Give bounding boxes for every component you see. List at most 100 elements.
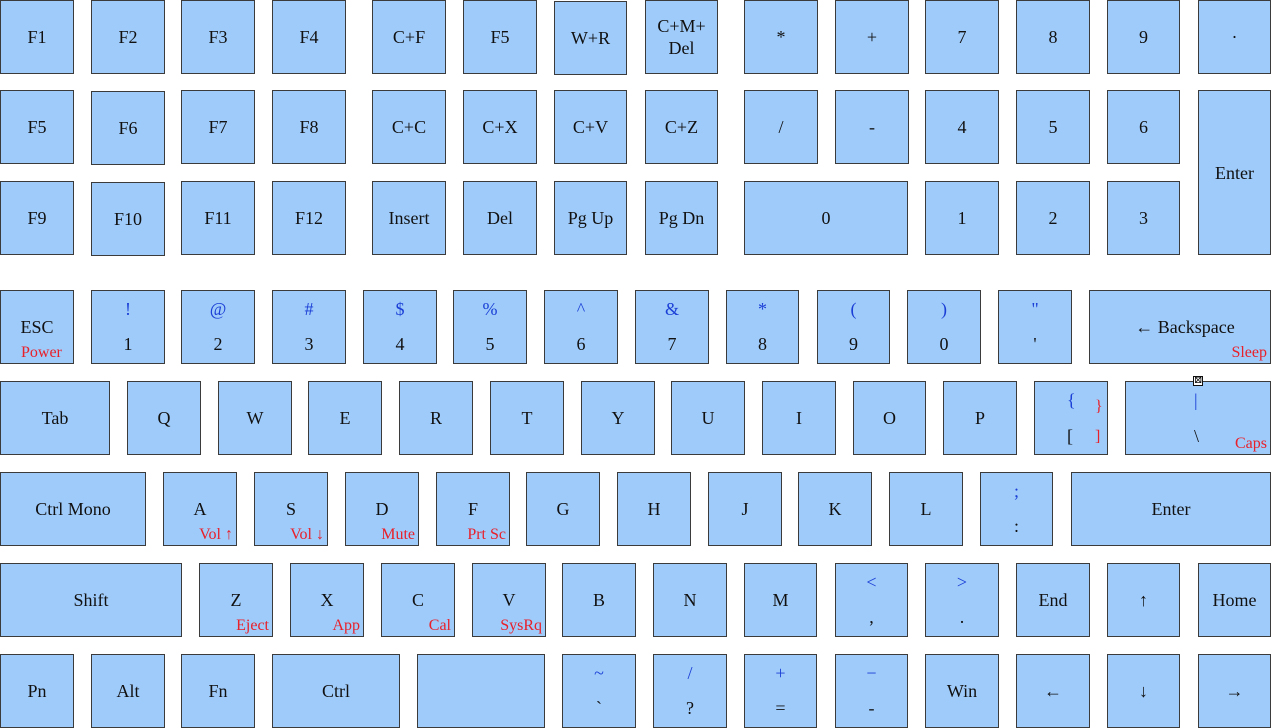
key-shift-label: * [758,299,767,319]
key-j: J [708,472,782,546]
keyboard-diagram: F1 F2 F3 F4 C+F F5 W+R C+M+ Del * +7 8 9 · F5 F6 F7 F8 C+… [0,0,1271,728]
key-np6: 6 [1107,90,1180,164]
key-label: Enter [1151,499,1191,519]
key-d: D Mute [345,472,419,546]
key-label: + [866,27,878,47]
key-i: I [762,381,836,455]
key-base-label: , [869,607,874,627]
key-label: C [411,590,424,610]
key-base-label: 4 [395,334,405,354]
key-backspace: ← Backspace Sleep [1089,290,1271,364]
key-f1: F1 [0,0,74,74]
key-label: T [521,408,533,428]
key-k0: ) 0 [907,290,981,364]
key-fn-label: Vol ↑ [199,526,233,543]
key-label: P [974,408,985,428]
key-q: Q [127,381,201,455]
key-label: ← [1044,681,1062,701]
key-question: /? [653,654,727,728]
key-p: P [943,381,1017,455]
key-label: Z [230,590,242,610]
key-shift: Shift [0,563,182,637]
key-right: → [1198,654,1271,728]
key-label: 7 [957,27,967,47]
key-label: C+Z [664,117,699,137]
key-equals: + = [744,654,817,728]
key-home: Home [1198,563,1271,637]
key-label: F6 [118,118,138,138]
key-label: Alt [116,681,140,701]
key-down: ↓ [1107,654,1180,728]
key-period: >. [925,563,999,637]
key-label: 9 [1139,27,1148,47]
key-shift-label: < [866,572,877,592]
key-base-label: ? [686,698,694,718]
key-o: O [853,381,926,455]
key-shift-label: ! [125,299,131,319]
key-s: S Vol ↓ [254,472,328,546]
key-base-label: 2 [213,334,223,354]
key-ctrlmono: Ctrl Mono [0,472,146,546]
key-label: F [467,499,478,519]
key-label: L [920,499,932,519]
key-label: B [592,590,605,610]
key-fn-label: Mute [381,526,415,543]
key-base-label: 8 [758,334,767,354]
key-fn-label: Cal [428,617,451,634]
key-label: C+M+ Del [657,16,706,58]
key-label: M [772,590,789,610]
key-label: W+R [570,28,611,48]
key-label: J [741,499,749,519]
key-fn-label: App [332,617,360,634]
key-base-label: \ [1194,426,1200,446]
key-cx: C+X [463,90,537,164]
key-f9: F9 [0,181,74,255]
key-shift-label: / [687,663,693,683]
key-m: M [744,563,817,637]
key-f2: F2 [91,0,165,74]
key-label: F7 [208,117,228,137]
key-shift-label: $ [395,299,405,319]
key-fn-label-top: } [1095,398,1103,415]
key-k: K [798,472,872,546]
key-base-label: 3 [304,334,314,354]
key-label: C+V [572,117,609,137]
key-up: ↑ [1107,563,1180,637]
key-shift-label: # [304,299,314,319]
key-x: X App [290,563,364,637]
key-shift-label: | [1194,390,1198,410]
key-f5b: F5 [0,90,74,164]
key-npdot: · [1198,0,1271,74]
key-space [417,654,545,728]
key-base-label: = [775,698,786,718]
key-label: ← Backspace [1135,317,1235,337]
key-label: I [796,408,802,428]
key-npstar: * [744,0,818,74]
key-k1: ! 1 [91,290,165,364]
key-g: G [526,472,600,546]
key-base-label: ` [596,698,602,718]
key-base-label: 7 [667,334,677,354]
key-label: * [776,27,786,47]
key-label: ↑ [1139,590,1148,610]
key-base-label: - [868,698,875,718]
key-label: → [1225,681,1244,701]
key-label: F3 [208,27,228,47]
key-end: End [1016,563,1090,637]
key-label: G [556,499,570,519]
key-k9: (9 [817,290,890,364]
key-label: F10 [113,209,142,229]
key-shift-label: ; [1013,481,1019,501]
key-shift-label: @ [209,299,227,319]
key-alt: Alt [91,654,165,728]
key-brace: {[}] [1034,381,1108,455]
key-label: F4 [299,27,319,47]
key-label: Pn [27,681,47,701]
key-np9: 9 [1107,0,1180,74]
key-a: A Vol ↑ [163,472,237,546]
key-shift-label: ( [850,299,857,319]
key-pipe: | \ Caps ⊠ [1125,376,1271,455]
key-comma: <, [835,563,908,637]
key-label: - [869,117,875,137]
key-shift-label: { [1067,390,1076,410]
